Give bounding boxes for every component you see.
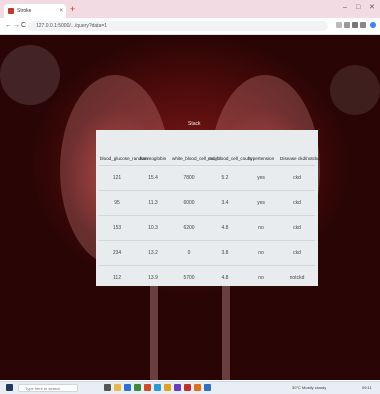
table-cell: 13.9 [135, 265, 171, 290]
sidebar-icon[interactable] [360, 22, 366, 28]
table-cell: 0 [171, 240, 207, 266]
weather-status[interactable]: 30°C Mostly cloudy [292, 385, 326, 391]
app-icon[interactable] [174, 384, 181, 391]
reload-button[interactable]: C [21, 21, 26, 30]
tab-title: Stroke [17, 8, 32, 14]
ureter-left-image [150, 275, 158, 380]
table-cell: notckd [279, 265, 315, 290]
browser-tab[interactable]: Stroke × [4, 4, 66, 18]
table-row: 112 13.9 5700 4.8 no notckd [99, 265, 315, 290]
results-table: blood_glucose_random haemoglobin white_blo… [99, 132, 320, 290]
ureter-right-image [222, 275, 230, 380]
share-icon[interactable] [336, 22, 342, 28]
tab-strip: Stroke × + – □ ✕ [0, 0, 380, 18]
start-icon[interactable] [6, 384, 13, 391]
table-cell: 112 [99, 265, 135, 290]
table-cell: 7800 [171, 165, 207, 191]
close-tab-icon[interactable]: × [59, 8, 63, 14]
column-header: haemoglobin [139, 156, 167, 161]
bookmark-icon[interactable] [344, 22, 350, 28]
table-cell: ckd [279, 165, 315, 191]
table-row: 95 11.3 6000 3.4 yes ckd [99, 190, 315, 216]
file-explorer-icon[interactable] [114, 384, 121, 391]
minimize-button[interactable]: – [343, 4, 347, 12]
background-bubble-image [0, 45, 60, 105]
table-cell: 153 [99, 215, 135, 241]
site-favicon-icon [8, 8, 14, 14]
column-header: blood_glucose_random [100, 156, 148, 161]
taskbar-search-input[interactable]: Type here to search [18, 384, 78, 392]
table-cell: no [243, 215, 279, 241]
table-cell: 121 [99, 165, 135, 191]
table-cell: no [243, 265, 279, 290]
column-header: Disease ckd/notckd [280, 156, 320, 161]
app-icon[interactable] [204, 384, 211, 391]
results-table-panel: blood_glucose_random haemoglobin white_blo… [96, 130, 320, 290]
table-cell: 5.2 [207, 165, 243, 191]
new-tab-button[interactable]: + [70, 5, 75, 14]
table-cell: 3.4 [207, 190, 243, 216]
vscode-icon[interactable] [154, 384, 161, 391]
taskbar: Type here to search 30°C Mostly cloudy 0… [0, 381, 380, 394]
table-cell: ckd [279, 215, 315, 241]
browser-toolbar: ← → C 127.0.0.1:5000/.../query?data=1 [0, 18, 380, 35]
table-cell: 13.2 [135, 240, 171, 266]
extensions-icon[interactable] [352, 22, 358, 28]
clock[interactable]: 09:11 [362, 385, 372, 391]
address-bar[interactable]: 127.0.0.1:5000/.../query?data=1 [28, 21, 328, 31]
office-icon[interactable] [144, 384, 151, 391]
profile-avatar-icon[interactable] [370, 22, 376, 28]
table-cell: 6000 [171, 190, 207, 216]
result-heading: Stack [188, 121, 201, 127]
table-cell: yes [243, 190, 279, 216]
table-cell: 15.4 [135, 165, 171, 191]
table-body: 121 15.4 7800 5.2 yes ckd 95 11.3 6000 3.4 yes ckd 1… [99, 165, 315, 290]
close-window-button[interactable]: ✕ [369, 4, 375, 12]
table-header-row: blood_glucose_random haemoglobin white_blo… [99, 132, 320, 166]
column-header: hypertension [247, 156, 275, 161]
table-row: 153 10.3 6200 4.8 no ckd [99, 215, 315, 241]
column-header: white_blood_cell_count [172, 156, 220, 161]
table-cell: 5700 [171, 265, 207, 290]
app-icon[interactable] [194, 384, 201, 391]
chrome-icon[interactable] [164, 384, 171, 391]
task-view-icon[interactable] [104, 384, 111, 391]
table-cell: 95 [99, 190, 135, 216]
table-cell: ckd [279, 240, 315, 266]
table-row: 121 15.4 7800 5.2 yes ckd [99, 165, 315, 191]
table-cell: 11.3 [135, 190, 171, 216]
background-bubble-image [330, 65, 380, 115]
maximize-button[interactable]: □ [356, 4, 360, 12]
table-cell: 10.3 [135, 215, 171, 241]
edge-icon[interactable] [124, 384, 131, 391]
table-row: 234 13.2 0 3.8 no ckd [99, 240, 315, 266]
table-cell: 4.8 [207, 215, 243, 241]
table-cell: no [243, 240, 279, 266]
table-cell: yes [243, 165, 279, 191]
back-button[interactable]: ← [5, 21, 12, 30]
table-cell: ckd [279, 190, 315, 216]
forward-button[interactable]: → [13, 21, 20, 30]
table-cell: 234 [99, 240, 135, 266]
table-cell: 3.8 [207, 240, 243, 266]
table-cell: 4.8 [207, 265, 243, 290]
app-icon[interactable] [184, 384, 191, 391]
column-header: red_blood_cell_count [208, 156, 252, 161]
table-cell: 6200 [171, 215, 207, 241]
store-icon[interactable] [134, 384, 141, 391]
